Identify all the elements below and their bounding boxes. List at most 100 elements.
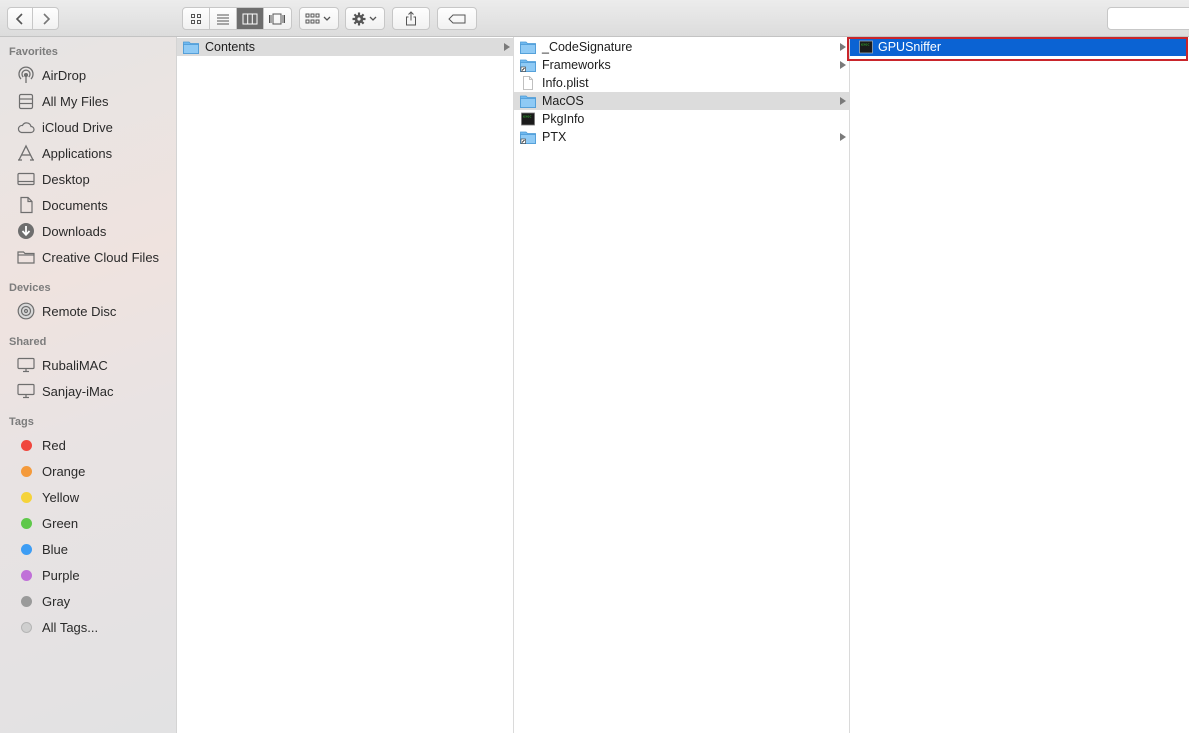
sidebar-item-applications[interactable]: Applications [0,140,176,166]
sidebar-tag-red[interactable]: Red [0,432,176,458]
navigation-buttons [7,7,59,30]
sidebar-item-label: AirDrop [42,67,87,83]
disclosure-arrow-icon [840,43,846,51]
file-name: PkgInfo [542,112,585,126]
sidebar-item-label: Downloads [42,223,107,239]
applications-icon [17,144,35,162]
sidebar: Favorites AirDrop All My Files iCloud Dr… [0,37,177,733]
all-files-icon [17,92,35,110]
sidebar-tag-purple[interactable]: Purple [0,562,176,588]
finder-toolbar [0,0,1189,37]
file-name: _CodeSignature [542,40,633,54]
share-icon [406,11,416,26]
sidebar-item-desktop[interactable]: Desktop [0,166,176,192]
folder-icon [17,248,35,266]
file-row-info-plist[interactable]: Info.plist [514,74,849,92]
sidebar-item-label: All My Files [42,93,109,109]
sidebar-item-creative-cloud-files[interactable]: Creative Cloud Files [0,244,176,270]
sidebar-tag-yellow[interactable]: Yellow [0,484,176,510]
sidebar-tag-orange[interactable]: Orange [0,458,176,484]
file-row-contents[interactable]: Contents [177,38,513,56]
action-control[interactable] [346,8,384,29]
file-name: PTX [542,130,567,144]
gear-icon [352,12,377,25]
tag-color-icon [20,595,32,607]
folder-alias-icon [520,59,536,72]
sidebar-item-label: Applications [42,145,113,161]
tag-color-icon [20,465,32,477]
disc-icon [17,302,35,320]
icon-view-button[interactable] [183,8,210,29]
file-name: Info.plist [542,76,589,90]
sidebar-item-label: RubaliMAC [42,357,108,373]
disclosure-arrow-icon [840,61,846,69]
downloads-icon [17,222,35,240]
browser-column-1[interactable]: Contents [177,37,514,733]
sidebar-item-downloads[interactable]: Downloads [0,218,176,244]
column-view-icon [242,13,258,24]
tag-icon [448,14,466,23]
tag-control[interactable] [438,8,476,29]
sidebar-item-label: Orange [42,463,86,479]
gallery-view-button[interactable] [264,8,291,29]
sidebar-item-remote-disc[interactable]: Remote Disc [0,298,176,324]
tag-color-icon [20,543,32,555]
sidebar-item-rubalimac[interactable]: RubaliMAC [0,352,176,378]
sidebar-item-label: Desktop [42,171,90,187]
column-view-button[interactable] [237,8,264,29]
search-field[interactable] [1107,7,1189,30]
folder-icon [183,41,199,54]
file-row-pkginfo[interactable]: exec PkgInfo [514,110,849,128]
shared-header: Shared [9,336,47,348]
sidebar-tag-all-tags[interactable]: All Tags... [0,614,176,640]
sidebar-item-label: Creative Cloud Files [42,249,160,265]
sidebar-item-label: Purple [42,567,80,583]
file-row-ptx[interactable]: PTX [514,128,849,146]
arrange-button[interactable] [299,7,339,30]
icon-view-icon [191,13,201,24]
sidebar-item-label: Gray [42,593,71,609]
sidebar-item-label: iCloud Drive [42,119,113,135]
tag-color-icon [20,569,32,581]
cloud-icon [17,118,35,136]
tag-color-icon [20,517,32,529]
tag-button[interactable] [437,7,477,30]
arrange-control[interactable] [300,8,338,29]
action-button[interactable] [345,7,385,30]
file-row-macos[interactable]: MacOS [514,92,849,110]
browser-column-3[interactable]: exec GPUSniffer [850,37,1189,733]
favorites-header: Favorites [9,46,58,58]
disclosure-arrow-icon [504,43,510,51]
highlight-annotation [847,37,1188,61]
sidebar-item-label: All Tags... [42,619,99,635]
sidebar-item-documents[interactable]: Documents [0,192,176,218]
sidebar-item-label: Sanjay-iMac [42,383,114,399]
sidebar-item-label: Red [42,437,66,453]
share-button[interactable] [392,7,430,30]
file-row-codesignature[interactable]: _CodeSignature [514,38,849,56]
share-control[interactable] [393,8,429,29]
sidebar-tag-gray[interactable]: Gray [0,588,176,614]
sidebar-item-all-my-files[interactable]: All My Files [0,88,176,114]
computer-icon [17,382,35,400]
file-row-frameworks[interactable]: Frameworks [514,56,849,74]
sidebar-item-label: Yellow [42,489,80,505]
computer-icon [17,356,35,374]
tag-color-icon [20,439,32,451]
list-view-button[interactable] [210,8,237,29]
documents-icon [17,196,35,214]
back-icon [15,12,23,25]
sidebar-item-icloud-drive[interactable]: iCloud Drive [0,114,176,140]
sidebar-tag-green[interactable]: Green [0,510,176,536]
sidebar-item-airdrop[interactable]: AirDrop [0,62,176,88]
executable-icon: exec [521,112,535,126]
forward-button[interactable] [33,8,58,29]
tag-color-icon [20,491,32,503]
list-view-icon [217,14,229,24]
browser-column-2[interactable]: _CodeSignature Frameworks Info.plist Mac… [514,37,850,733]
folder-alias-icon [520,131,536,144]
sidebar-item-sanjay-imac[interactable]: Sanjay-iMac [0,378,176,404]
sidebar-tag-blue[interactable]: Blue [0,536,176,562]
disclosure-arrow-icon [840,97,846,105]
back-button[interactable] [8,8,34,29]
